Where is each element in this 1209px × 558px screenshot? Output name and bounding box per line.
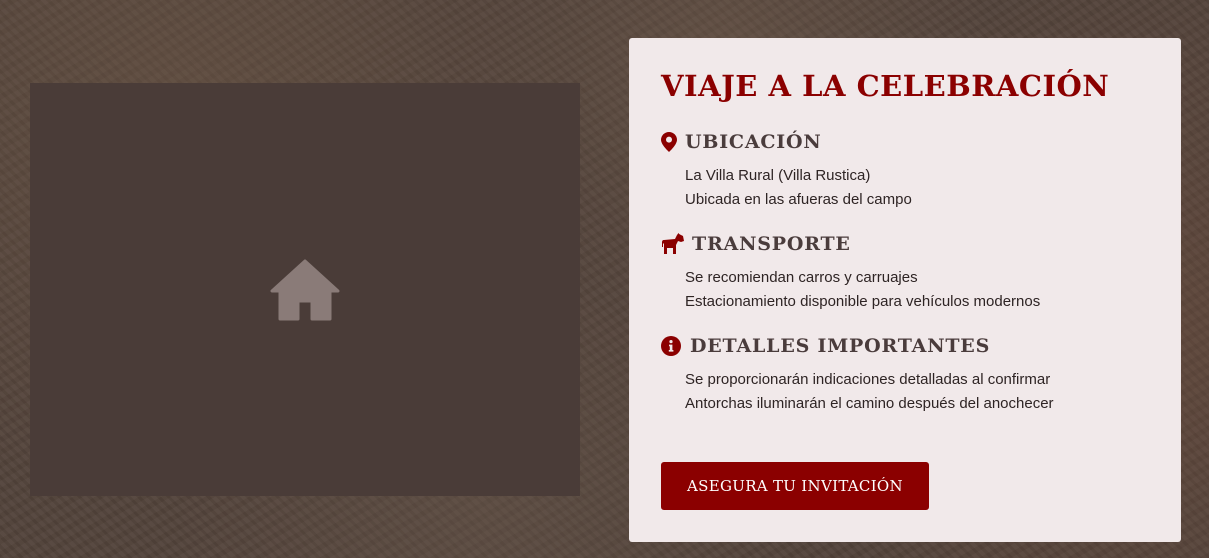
section-title: TRANSPORTE [692, 233, 851, 255]
section-location: UBICACIÓN La Villa Rural (Villa Rustica)… [661, 128, 1149, 212]
section-lines: La Villa Rural (Villa Rustica) Ubicada e… [685, 164, 1149, 212]
section-line: Estacionamiento disponible para vehículo… [685, 293, 1041, 310]
section-transport: TRANSPORTE Se recomiendan carros y carru… [661, 230, 1149, 314]
card-title: VIAJE A LA CELEBRACIÓN [661, 69, 1110, 103]
map-marker-icon [661, 130, 685, 154]
section-lines: Se recomiendan carros y carruajes Estaci… [685, 266, 1149, 314]
image-placeholder [30, 83, 580, 496]
section-line: Se recomiendan carros y carruajes [685, 269, 918, 286]
section-line: La Villa Rural (Villa Rustica) [685, 167, 871, 184]
info-circle-icon [661, 334, 690, 358]
section-header: TRANSPORTE [661, 230, 1149, 258]
horse-icon [661, 232, 692, 256]
section-line: Se proporcionarán indicaciones detallada… [685, 371, 1051, 388]
section-header: DETALLES IMPORTANTES [661, 332, 1149, 360]
travel-card: VIAJE A LA CELEBRACIÓN UBICACIÓN La Vill… [629, 38, 1181, 542]
section-line: Antorchas iluminarán el camino después d… [685, 395, 1054, 412]
section-header: UBICACIÓN [661, 128, 1149, 156]
section-title: DETALLES IMPORTANTES [690, 335, 991, 357]
secure-invitation-button[interactable]: ASEGURA TU INVITACIÓN [661, 462, 929, 510]
home-icon [270, 259, 340, 320]
section-lines: Se proporcionarán indicaciones detallada… [685, 368, 1149, 416]
section-title: UBICACIÓN [685, 131, 822, 153]
section-line: Ubicada en las afueras del campo [685, 191, 912, 208]
section-details: DETALLES IMPORTANTES Se proporcionarán i… [661, 332, 1149, 416]
